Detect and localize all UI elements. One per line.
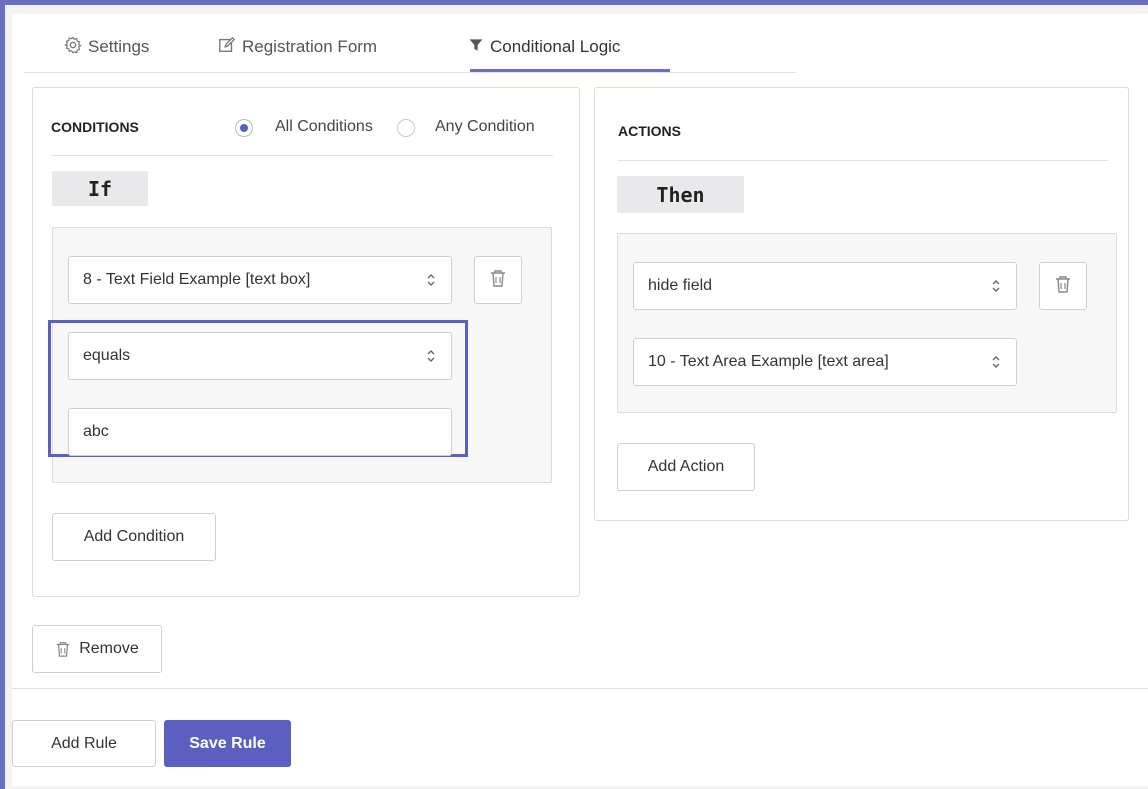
remove-label: Remove: [79, 640, 139, 657]
condition-field-value: 8 - Text Field Example [text box]: [83, 271, 311, 288]
edit-icon: [218, 36, 242, 59]
any-condition-radio[interactable]: [397, 119, 415, 137]
gear-icon: [64, 35, 88, 59]
tab-conditional-logic[interactable]: Conditional Logic: [468, 24, 620, 70]
action-target-value: 10 - Text Area Example [text area]: [648, 353, 889, 370]
add-action-button[interactable]: Add Action: [617, 443, 755, 491]
condition-value-text: abc: [83, 423, 109, 440]
action-target-select[interactable]: 10 - Text Area Example [text area]: [633, 338, 1017, 386]
delete-action-button[interactable]: [1039, 262, 1087, 310]
tab-label: Registration Form: [242, 37, 378, 56]
tab-registration-form[interactable]: Registration Form: [218, 24, 377, 70]
actions-divider: [618, 160, 1108, 161]
select-arrows-icon: [992, 356, 1000, 368]
condition-operator-value: equals: [83, 347, 131, 364]
any-condition-label: Any Condition: [435, 118, 535, 135]
trash-icon: [1054, 274, 1072, 299]
conditional-logic-editor: Settings Registration Form Conditional L…: [12, 14, 1148, 786]
action-type-select[interactable]: hide field: [633, 262, 1017, 310]
all-conditions-label: All Conditions: [275, 118, 373, 135]
all-conditions-radio[interactable]: [235, 119, 253, 137]
actions-panel: ACTIONS Then hide field 10 - Text Area E…: [594, 87, 1129, 521]
delete-condition-button[interactable]: [474, 256, 522, 304]
conditions-panel: CONDITIONS All Conditions Any Condition …: [32, 87, 580, 597]
condition-field-select[interactable]: 8 - Text Field Example [text box]: [68, 256, 452, 304]
conditions-title: CONDITIONS: [51, 119, 139, 135]
save-rule-button[interactable]: Save Rule: [164, 720, 291, 767]
select-arrows-icon: [427, 350, 435, 362]
filter-icon: [468, 37, 490, 58]
condition-operator-select[interactable]: equals: [68, 332, 452, 380]
trash-icon: [489, 268, 507, 293]
select-arrows-icon: [427, 274, 435, 286]
then-label: Then: [617, 176, 744, 213]
tab-settings[interactable]: Settings: [64, 24, 149, 70]
footer-divider: [12, 688, 1148, 689]
active-tab-indicator: [470, 69, 670, 72]
action-row: hide field 10 - Text Area Example [text …: [617, 233, 1117, 413]
add-condition-button[interactable]: Add Condition: [52, 513, 216, 561]
conditions-divider: [51, 155, 553, 156]
actions-title: ACTIONS: [618, 123, 681, 139]
action-type-value: hide field: [648, 277, 713, 294]
trash-icon: [55, 640, 71, 658]
tab-bar: Settings Registration Form Conditional L…: [24, 24, 796, 73]
tab-label: Settings: [88, 37, 150, 56]
tab-label: Conditional Logic: [490, 37, 621, 56]
remove-rule-button[interactable]: Remove: [32, 625, 162, 673]
condition-value-input[interactable]: abc: [68, 408, 452, 456]
select-arrows-icon: [992, 280, 1000, 292]
if-label: If: [52, 171, 148, 206]
add-rule-button[interactable]: Add Rule: [12, 720, 156, 767]
condition-row: 8 - Text Field Example [text box] equals…: [48, 227, 552, 483]
